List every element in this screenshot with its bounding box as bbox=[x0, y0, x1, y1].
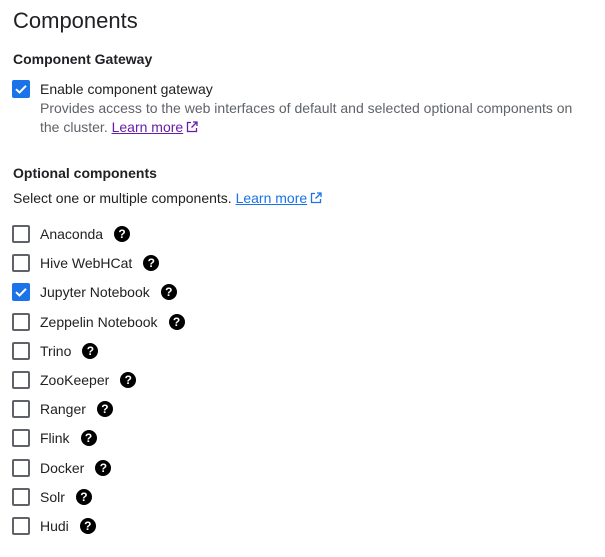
component-label-hive-webhcat: Hive WebHCat bbox=[40, 255, 133, 271]
component-label-docker: Docker bbox=[40, 460, 85, 476]
help-icon[interactable]: ? bbox=[96, 401, 113, 417]
component-checkbox-zeppelin-notebook[interactable] bbox=[12, 313, 30, 331]
component-label-zeppelin-notebook: Zeppelin Notebook bbox=[40, 314, 158, 330]
component-row-jupyter-notebook[interactable]: Jupyter Notebook? bbox=[12, 281, 177, 303]
help-icon[interactable]: ? bbox=[80, 430, 97, 446]
component-label-jupyter-notebook: Jupyter Notebook bbox=[40, 284, 150, 300]
component-checkbox-trino[interactable] bbox=[12, 342, 30, 360]
optional-learn-more-link[interactable]: Learn more bbox=[236, 190, 323, 206]
gateway-learn-more-link[interactable]: Learn more bbox=[112, 119, 199, 135]
component-checkbox-jupyter-notebook[interactable] bbox=[12, 283, 30, 301]
enable-component-gateway-checkbox-row[interactable]: Enable component gateway bbox=[12, 78, 213, 100]
component-row-anaconda[interactable]: Anaconda? bbox=[12, 223, 131, 245]
component-label-hudi: Hudi bbox=[40, 518, 69, 534]
help-icon[interactable]: ? bbox=[143, 255, 160, 271]
help-icon[interactable]: ? bbox=[114, 226, 131, 242]
help-icon[interactable]: ? bbox=[120, 372, 137, 388]
help-icon[interactable]: ? bbox=[75, 489, 92, 505]
component-label-anaconda: Anaconda bbox=[40, 226, 104, 242]
component-label-flink: Flink bbox=[40, 430, 70, 446]
component-checkbox-hive-webhcat[interactable] bbox=[12, 254, 30, 272]
enable-component-gateway-checkbox[interactable] bbox=[12, 80, 30, 98]
component-row-hive-webhcat[interactable]: Hive WebHCat? bbox=[12, 252, 160, 274]
component-checkbox-solr[interactable] bbox=[12, 488, 30, 506]
component-gateway-heading: Component Gateway bbox=[13, 51, 153, 67]
check-icon bbox=[15, 288, 27, 297]
component-checkbox-flink[interactable] bbox=[12, 429, 30, 447]
component-row-trino[interactable]: Trino? bbox=[12, 340, 99, 362]
component-label-solr: Solr bbox=[40, 489, 65, 505]
optional-components-intro-text: Select one or multiple components. bbox=[13, 190, 232, 206]
help-icon[interactable]: ? bbox=[82, 343, 99, 359]
component-gateway-description: Provides access to the web interfaces of… bbox=[40, 99, 595, 137]
open-in-new-icon bbox=[311, 192, 322, 204]
page-title: Components bbox=[13, 8, 138, 33]
component-row-ranger[interactable]: Ranger? bbox=[12, 398, 113, 420]
component-checkbox-anaconda[interactable] bbox=[12, 225, 30, 243]
component-checkbox-ranger[interactable] bbox=[12, 400, 30, 418]
help-icon[interactable]: ? bbox=[79, 518, 96, 534]
component-row-zeppelin-notebook[interactable]: Zeppelin Notebook? bbox=[12, 311, 185, 333]
component-label-trino: Trino bbox=[40, 343, 72, 359]
open-in-new-icon bbox=[187, 121, 198, 133]
help-icon[interactable]: ? bbox=[160, 284, 177, 300]
component-row-hudi[interactable]: Hudi? bbox=[12, 515, 96, 537]
optional-learn-more-label: Learn more bbox=[235, 190, 308, 206]
component-row-docker[interactable]: Docker? bbox=[12, 457, 112, 479]
component-checkbox-docker[interactable] bbox=[12, 459, 30, 477]
component-row-zookeeper[interactable]: ZooKeeper? bbox=[12, 369, 137, 391]
component-label-zookeeper: ZooKeeper bbox=[40, 372, 110, 388]
optional-components-heading: Optional components bbox=[13, 165, 157, 181]
optional-components-intro: Select one or multiple components. Learn… bbox=[13, 188, 322, 208]
gateway-learn-more-label: Learn more bbox=[111, 119, 184, 135]
enable-component-gateway-label: Enable component gateway bbox=[40, 81, 213, 97]
help-icon[interactable]: ? bbox=[95, 460, 112, 476]
component-label-ranger: Ranger bbox=[40, 401, 86, 417]
component-row-flink[interactable]: Flink? bbox=[12, 427, 97, 449]
check-icon bbox=[15, 85, 27, 94]
component-checkbox-hudi[interactable] bbox=[12, 517, 30, 535]
component-checkbox-zookeeper[interactable] bbox=[12, 371, 30, 389]
component-row-solr[interactable]: Solr? bbox=[12, 486, 92, 508]
help-icon[interactable]: ? bbox=[168, 314, 185, 330]
